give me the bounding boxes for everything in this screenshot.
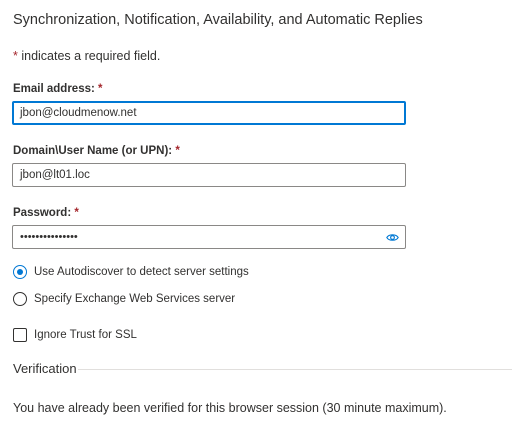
username-label: Domain\User Name (or UPN): * bbox=[13, 145, 180, 157]
password-label: Password: * bbox=[13, 207, 79, 219]
username-field-value: jbon@lt01.loc bbox=[20, 169, 90, 181]
exchange-settings-page: Synchronization, Notification, Availabil… bbox=[0, 0, 512, 435]
page-title: Synchronization, Notification, Availabil… bbox=[13, 12, 423, 28]
email-label: Email address: * bbox=[13, 83, 103, 95]
verification-message: You have already been verified for this … bbox=[13, 401, 447, 415]
password-field[interactable]: ••••••••••••••• bbox=[12, 225, 406, 249]
ews-server-option[interactable]: Specify Exchange Web Services server bbox=[13, 292, 235, 306]
ews-server-radio[interactable] bbox=[13, 292, 27, 306]
ews-server-label: Specify Exchange Web Services server bbox=[34, 293, 236, 305]
verification-header: Verification bbox=[13, 361, 77, 376]
username-label-text: Domain\User Name (or UPN): bbox=[13, 145, 176, 157]
password-required-star: * bbox=[74, 207, 79, 219]
email-field[interactable]: jbon@cloudmenow.net bbox=[12, 101, 406, 125]
section-divider bbox=[78, 369, 512, 370]
autodiscover-radio[interactable] bbox=[13, 265, 27, 279]
ignore-trust-checkbox[interactable] bbox=[13, 328, 27, 342]
eye-icon[interactable] bbox=[386, 231, 399, 244]
email-required-star: * bbox=[98, 83, 103, 95]
username-required-star: * bbox=[175, 145, 180, 157]
required-note-text: indicates a required field. bbox=[17, 49, 161, 63]
autodiscover-label: Use Autodiscover to detect server settin… bbox=[34, 266, 249, 278]
required-field-note: * indicates a required field. bbox=[13, 49, 160, 63]
ignore-trust-label: Ignore Trust for SSL bbox=[34, 329, 137, 341]
ignore-trust-option[interactable]: Ignore Trust for SSL bbox=[13, 328, 137, 342]
username-field[interactable]: jbon@lt01.loc bbox=[12, 163, 406, 187]
password-field-value: ••••••••••••••• bbox=[20, 231, 78, 243]
email-label-text: Email address: bbox=[13, 83, 99, 95]
email-field-value: jbon@cloudmenow.net bbox=[20, 107, 137, 119]
password-label-text: Password: bbox=[13, 207, 75, 219]
autodiscover-option[interactable]: Use Autodiscover to detect server settin… bbox=[13, 265, 249, 279]
